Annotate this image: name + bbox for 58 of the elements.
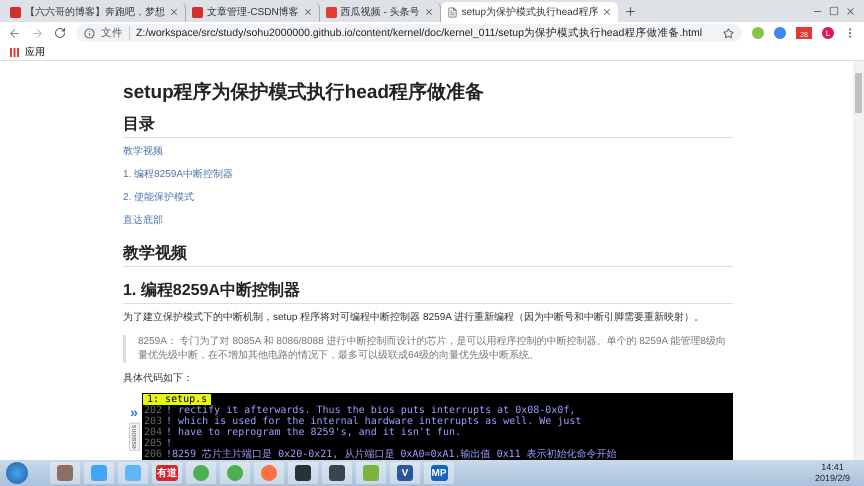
- toc-link[interactable]: 直达底部: [123, 215, 163, 227]
- address-bar[interactable]: 文件 Z:/workspace/src/study/sohu2000000.github.io/content/kernel/doc/kernel_011/setup为保护模式执行head程序做准备.html: [76, 24, 742, 42]
- line-number: 202: [143, 405, 164, 416]
- reload-icon[interactable]: [54, 27, 66, 39]
- code-line: ! have to reprogram the 8259's, and it isn't fun.: [166, 427, 462, 438]
- apps-grid-icon[interactable]: [10, 48, 19, 56]
- toc-link[interactable]: 2. 使能保护模式: [123, 192, 194, 204]
- line-number: 203: [143, 416, 164, 427]
- site-icon: [192, 6, 203, 18]
- paragraph: 具体代码如下：: [123, 373, 194, 385]
- code-line: ! which is used for the internal hardware interrupts as well. We just: [166, 416, 582, 427]
- toc-link[interactable]: 1. 编程8259A中断控制器: [123, 169, 234, 181]
- close-icon[interactable]: [169, 7, 179, 17]
- site-icon: [10, 6, 21, 18]
- line-number: 204: [143, 427, 164, 438]
- apps-label[interactable]: 应用: [25, 45, 45, 59]
- app-logo: MP: [430, 465, 448, 481]
- section-heading: 1. 编程8259A中断控制器: [123, 281, 733, 304]
- code-line: !8259 芯片主片端口是 0x20-0x21, 从片端口是 0xA0=0xA1.输出值 0x11 表示初始化命令开始: [166, 449, 617, 460]
- browser-tab[interactable]: 【六六哥的博客】奔跑吧，梦想: [4, 2, 186, 22]
- section-heading: 目录: [123, 115, 733, 138]
- app-logo: V: [397, 465, 413, 481]
- page-title: setup程序为保护模式执行head程序做准备: [123, 82, 486, 104]
- url-text: Z:/workspace/src/study/sohu2000000.github.io/content/kernel/doc/kernel_011/setup为保护模式执行head程序做准备.html: [136, 26, 704, 40]
- close-icon[interactable]: [602, 7, 612, 17]
- taskbar-app[interactable]: [322, 462, 352, 484]
- browser-tab[interactable]: setup为保护模式执行head程序: [440, 2, 618, 22]
- profile-avatar[interactable]: L: [822, 27, 834, 39]
- paragraph: 为了建立保护模式下的中断机制，setup 程序将对可编程中断控制器 8259A 进行重新编程（因为中断号和中断引脚需要重新映射）。: [123, 312, 706, 324]
- browser-tab[interactable]: 西瓜视频 - 头条号: [320, 2, 441, 22]
- line-number: 206: [143, 449, 164, 460]
- star-icon[interactable]: [723, 28, 734, 38]
- maximize-icon[interactable]: [829, 6, 839, 16]
- code-line: ! rectify it afterwards. Thus the bios puts interrupts at 0x08-0x0f,: [166, 405, 576, 416]
- toc-link[interactable]: 教学视频: [123, 146, 163, 158]
- clock[interactable]: 14:41 2019/2/9: [814, 462, 858, 484]
- taskbar-app[interactable]: V: [390, 462, 420, 484]
- taskbar-app[interactable]: MP: [424, 462, 454, 484]
- new-tab-icon[interactable]: [624, 5, 638, 18]
- scrollbar[interactable]: [853, 61, 864, 460]
- taskbar-app[interactable]: [288, 462, 318, 484]
- app-logo: 有道: [156, 465, 178, 481]
- browser-tab[interactable]: 文章管理-CSDN博客: [186, 2, 320, 22]
- expand-icon[interactable]: »: [130, 405, 138, 419]
- site-icon: [326, 6, 337, 18]
- close-icon[interactable]: [845, 6, 856, 16]
- taskbar-app[interactable]: 有道: [152, 462, 182, 484]
- back-icon[interactable]: [8, 26, 21, 40]
- scheme-label: 文件: [101, 26, 130, 40]
- section-heading: 教学视频: [123, 244, 733, 267]
- code-line: !: [166, 438, 172, 449]
- info-icon[interactable]: [84, 28, 95, 38]
- line-number: 205: [143, 438, 164, 449]
- close-icon[interactable]: [424, 7, 434, 17]
- blockquote: 8259A： 专门为了对 8085A 和 8086/8088 进行中断控制而设计的芯片，是可以用程序控制的中断控制器。单个的 8259A 能管理8级向量优先级中断，在不增加其他电路的情况下，最多可以级联成64级的向量优先级中断系统。: [123, 335, 733, 363]
- close-icon[interactable]: [302, 7, 313, 17]
- document-icon: [446, 6, 458, 18]
- start-button[interactable]: [6, 462, 28, 484]
